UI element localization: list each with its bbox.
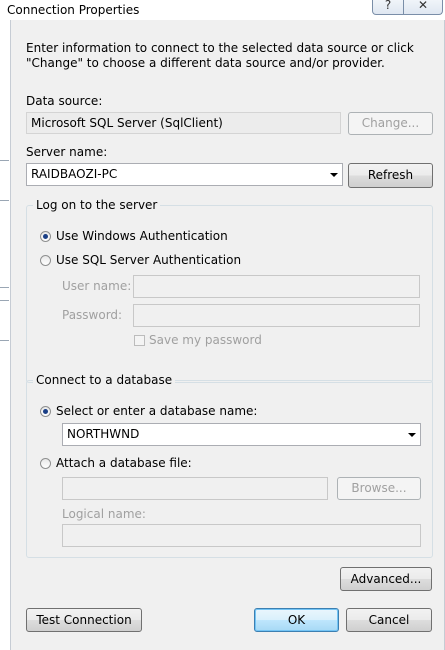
attach-file-label[interactable]: Attach a database file: <box>56 456 192 470</box>
windows-auth-label[interactable]: Use Windows Authentication <box>56 229 228 243</box>
logon-group-title: Log on to the server <box>33 198 161 212</box>
sql-auth-radio[interactable] <box>40 255 51 266</box>
server-name-label: Server name: <box>26 145 108 159</box>
ok-button[interactable]: OK <box>254 608 339 632</box>
close-icon: ✕ <box>417 0 429 12</box>
dialog-body: Enter information to connect to the sele… <box>10 20 445 650</box>
windows-auth-radio[interactable] <box>40 231 51 242</box>
browse-button[interactable]: Browse... <box>337 477 421 500</box>
attach-file-input[interactable] <box>62 477 328 500</box>
data-source-value: Microsoft SQL Server (SqlClient) <box>31 116 223 130</box>
refresh-button[interactable]: Refresh <box>348 163 433 188</box>
database-group-title: Connect to a database <box>33 373 176 387</box>
database-group: Connect to a database Select or enter a … <box>26 373 433 558</box>
sql-auth-label[interactable]: Use SQL Server Authentication <box>56 253 241 267</box>
background-window-edge <box>0 20 10 650</box>
radio-selected-dot <box>43 234 48 239</box>
data-source-label: Data source: <box>26 94 103 108</box>
logon-group: Log on to the server Use Windows Authent… <box>26 198 433 383</box>
intro-text: Enter information to connect to the sele… <box>26 41 414 70</box>
server-name-value: RAIDBAOZI-PC <box>31 167 118 181</box>
connection-properties-dialog: Connection Properties ? ✕ Enter informat… <box>0 0 445 650</box>
chevron-down-icon[interactable] <box>408 433 416 437</box>
attach-file-radio[interactable] <box>40 458 51 469</box>
select-database-label[interactable]: Select or enter a database name: <box>56 404 257 418</box>
background-line <box>0 200 9 201</box>
database-name-combobox[interactable]: NORTHWND <box>62 423 421 446</box>
window-title: Connection Properties <box>7 3 140 17</box>
server-name-combobox[interactable]: RAIDBAOZI-PC <box>26 163 343 186</box>
username-input[interactable] <box>133 275 420 298</box>
close-button[interactable]: ✕ <box>403 0 443 15</box>
logical-name-label: Logical name: <box>62 507 146 521</box>
data-source-field: Microsoft SQL Server (SqlClient) <box>26 112 341 134</box>
database-name-value: NORTHWND <box>67 427 140 441</box>
radio-selected-dot <box>43 409 48 414</box>
select-database-radio[interactable] <box>40 406 51 417</box>
chevron-down-icon[interactable] <box>330 173 338 177</box>
logical-name-input[interactable] <box>62 524 421 547</box>
background-line <box>0 300 9 301</box>
save-password-label[interactable]: Save my password <box>149 333 262 347</box>
save-password-checkbox[interactable] <box>134 335 145 346</box>
test-connection-button[interactable]: Test Connection <box>26 608 142 632</box>
cancel-button[interactable]: Cancel <box>346 608 432 632</box>
title-bar: Connection Properties ? ✕ <box>0 0 445 20</box>
password-input[interactable] <box>133 304 420 327</box>
background-line <box>0 160 9 161</box>
background-line <box>0 287 9 288</box>
advanced-button[interactable]: Advanced... <box>340 567 432 591</box>
help-icon: ? <box>384 0 392 12</box>
change-button[interactable]: Change... <box>348 112 433 135</box>
password-label: Password: <box>62 308 123 322</box>
help-button[interactable]: ? <box>372 0 404 15</box>
username-label: User name: <box>62 279 132 293</box>
background-line <box>0 340 9 341</box>
